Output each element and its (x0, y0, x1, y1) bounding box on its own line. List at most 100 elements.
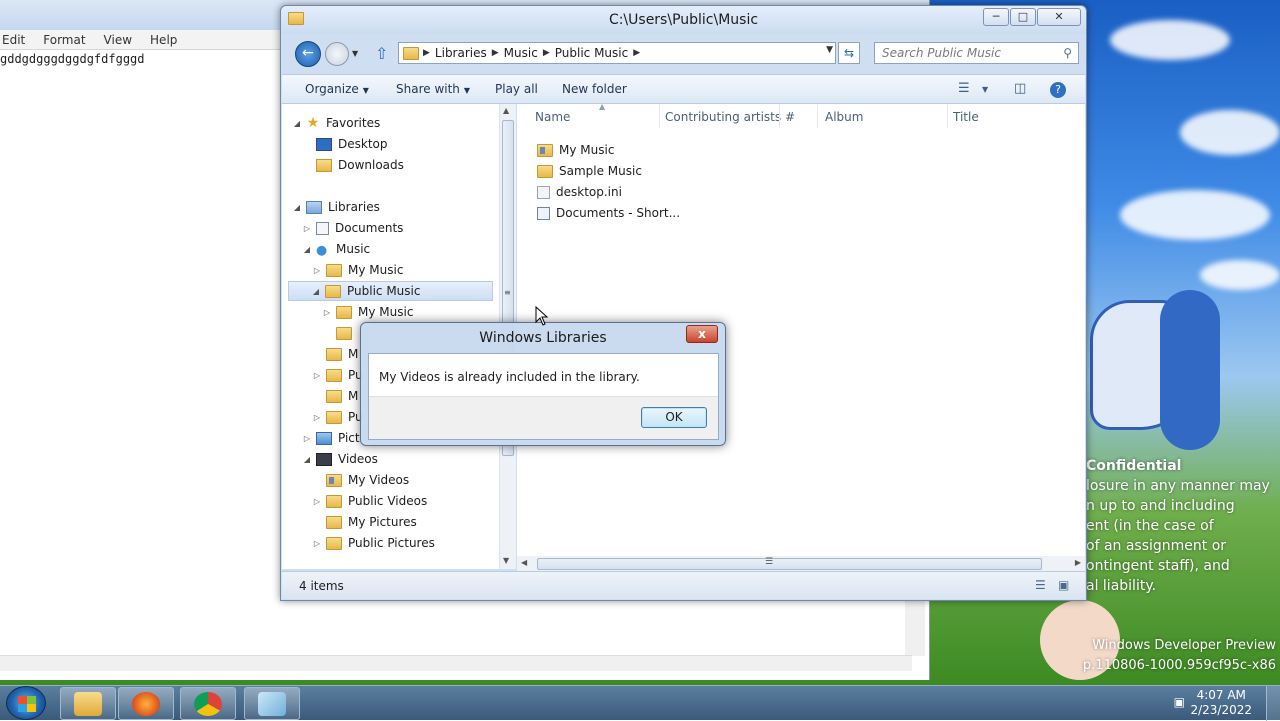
details-view-icon[interactable]: ☰ (1035, 578, 1046, 592)
taskbar-clock[interactable]: 4:07 AM 2/23/2022 (1190, 688, 1252, 718)
taskbar-firefox-button[interactable] (118, 687, 174, 720)
nav-item[interactable]: ◢ Videos (290, 449, 378, 469)
back-button[interactable]: ← (295, 41, 321, 67)
nav-item[interactable]: M (290, 344, 358, 364)
file-list-item[interactable]: desktop.ini (537, 182, 622, 202)
menu-help[interactable]: Help (150, 30, 177, 49)
show-desktop-button[interactable] (1266, 686, 1280, 721)
expand-icon[interactable]: ▷ (312, 539, 322, 548)
forward-button[interactable] (325, 42, 349, 66)
nav-item[interactable]: My Pictures (290, 512, 417, 532)
explorer-titlebar[interactable]: C:\Users\Public\Music ─ □ ✕ (281, 6, 1086, 34)
expand-collapse-icon[interactable]: ◢ (292, 203, 302, 212)
search-input[interactable]: Search Public Music ⚲ (874, 42, 1079, 64)
expand-collapse-icon[interactable]: ◢ (302, 455, 312, 464)
breadcrumb-public-music[interactable]: Public Music (550, 46, 633, 60)
nav-item[interactable]: ◢ Libraries (290, 197, 380, 217)
dialog-close-button[interactable]: x (686, 325, 718, 343)
large-icons-view-icon[interactable]: ▣ (1058, 578, 1069, 592)
share-with-button[interactable]: Share with ▼ (396, 82, 470, 96)
expand-icon[interactable]: ▷ (312, 266, 322, 275)
search-icon[interactable]: ⚲ (1063, 46, 1072, 60)
expand-icon[interactable]: ▷ (302, 434, 312, 443)
breadcrumb-music[interactable]: Music (499, 46, 543, 60)
preview-pane-icon[interactable]: ◫ (1014, 81, 1026, 96)
scrollbar-thumb[interactable] (537, 558, 1042, 570)
close-button[interactable]: ✕ (1037, 8, 1081, 26)
nav-item[interactable]: M (290, 386, 358, 406)
network-icon[interactable]: ▣ (1174, 695, 1185, 709)
column-header-name[interactable]: Name (535, 110, 570, 124)
expand-collapse-icon[interactable]: ◢ (302, 245, 312, 254)
notepad-vertical-scrollbar[interactable] (905, 600, 925, 656)
column-header-contributing-artists[interactable]: Contributing artists (665, 110, 781, 124)
nav-item[interactable]: ▷ Documents (290, 218, 404, 238)
nav-item[interactable]: ◢ ★ Favorites (290, 113, 380, 133)
nav-item[interactable]: Downloads (290, 155, 404, 175)
menu-view[interactable]: View (104, 30, 132, 49)
up-arrow-icon[interactable]: ⇧ (375, 44, 388, 63)
scroll-down-icon[interactable]: ▼ (503, 556, 509, 565)
nav-item[interactable]: ▷ Public Pictures (290, 533, 435, 553)
help-icon[interactable]: ? (1050, 82, 1066, 98)
taskbar-chrome-button[interactable] (180, 687, 236, 720)
nav-item[interactable]: ▷ My Music (290, 302, 414, 322)
column-divider[interactable] (947, 104, 948, 128)
expand-icon[interactable]: ▷ (322, 308, 332, 317)
expand-icon[interactable]: ▷ (302, 224, 312, 233)
expand-collapse-icon[interactable]: ◢ (292, 119, 302, 128)
column-header-track-number[interactable]: # (785, 110, 795, 124)
column-divider[interactable] (779, 104, 780, 128)
new-folder-button[interactable]: New folder (562, 82, 627, 96)
windows-libraries-dialog[interactable]: Windows Libraries x My Videos is already… (360, 322, 726, 446)
explorer-window[interactable]: C:\Users\Public\Music ─ □ ✕ ← ▼ ⇧ ▶ Libr… (280, 5, 1087, 601)
organize-button[interactable]: Organize ▼ (305, 82, 369, 96)
breadcrumb-libraries[interactable]: Libraries (430, 46, 492, 60)
change-view-icon[interactable]: ☰ (958, 81, 970, 96)
expand-collapse-icon[interactable]: ◢ (311, 287, 321, 296)
play-all-button[interactable]: Play all (495, 82, 538, 96)
ok-button[interactable]: OK (641, 407, 707, 428)
taskbar-notepad-button[interactable] (244, 687, 300, 720)
scroll-up-icon[interactable]: ▲ (503, 106, 509, 115)
notepad-horizontal-scrollbar[interactable] (0, 655, 912, 671)
scroll-left-icon[interactable]: ◀ (521, 558, 527, 567)
column-header-title[interactable]: Title (953, 110, 979, 124)
chevron-right-icon[interactable]: ▶ (423, 48, 430, 58)
start-button[interactable] (6, 686, 46, 720)
recent-pages-dropdown-icon[interactable]: ▼ (352, 49, 358, 58)
nav-item[interactable]: Desktop (290, 134, 388, 154)
expand-icon[interactable]: ▷ (312, 413, 322, 422)
nav-item[interactable]: ▷ Pu (290, 407, 363, 427)
nav-item[interactable] (290, 323, 358, 343)
file-list-item[interactable]: My Music (537, 140, 614, 160)
chevron-right-icon[interactable]: ▶ (543, 48, 550, 58)
nav-item[interactable]: ▷ Pict (290, 428, 360, 448)
nav-item[interactable]: ▷ Pu (290, 365, 363, 385)
column-divider[interactable] (817, 104, 818, 128)
file-list-item[interactable]: Sample Music (537, 161, 642, 181)
file-list-item[interactable]: Documents - Short... (537, 203, 680, 223)
view-options-dropdown-icon[interactable]: ▼ (982, 85, 988, 94)
refresh-button[interactable]: ⇆ (838, 42, 860, 64)
taskbar-explorer-button[interactable] (60, 687, 116, 720)
nav-item[interactable]: My Videos (290, 470, 409, 490)
address-dropdown-icon[interactable]: ▼ (826, 45, 833, 55)
scroll-right-icon[interactable]: ▶ (1075, 558, 1081, 567)
chevron-right-icon[interactable]: ▶ (633, 48, 640, 58)
address-bar[interactable]: ▶ Libraries ▶ Music ▶ Public Music ▶ ▼ (398, 42, 836, 64)
minimize-button[interactable]: ─ (983, 8, 1009, 26)
nav-item[interactable]: ◢ Music (290, 239, 370, 259)
maximize-button[interactable]: □ (1010, 8, 1036, 26)
notepad-text-area[interactable]: gddgdgggdggdgfdfgggd (0, 52, 145, 66)
column-header-album[interactable]: Album (825, 110, 863, 124)
chevron-right-icon[interactable]: ▶ (492, 48, 499, 58)
nav-item[interactable]: ▷ My Music (290, 260, 404, 280)
nav-item[interactable]: ▷ Public Videos (290, 491, 427, 511)
expand-icon[interactable]: ▷ (312, 497, 322, 506)
column-divider[interactable] (659, 104, 660, 128)
expand-icon[interactable]: ▷ (312, 371, 322, 380)
menu-edit[interactable]: Edit (2, 30, 25, 49)
nav-item[interactable]: ◢ Public Music (288, 281, 493, 301)
menu-format[interactable]: Format (43, 30, 85, 49)
